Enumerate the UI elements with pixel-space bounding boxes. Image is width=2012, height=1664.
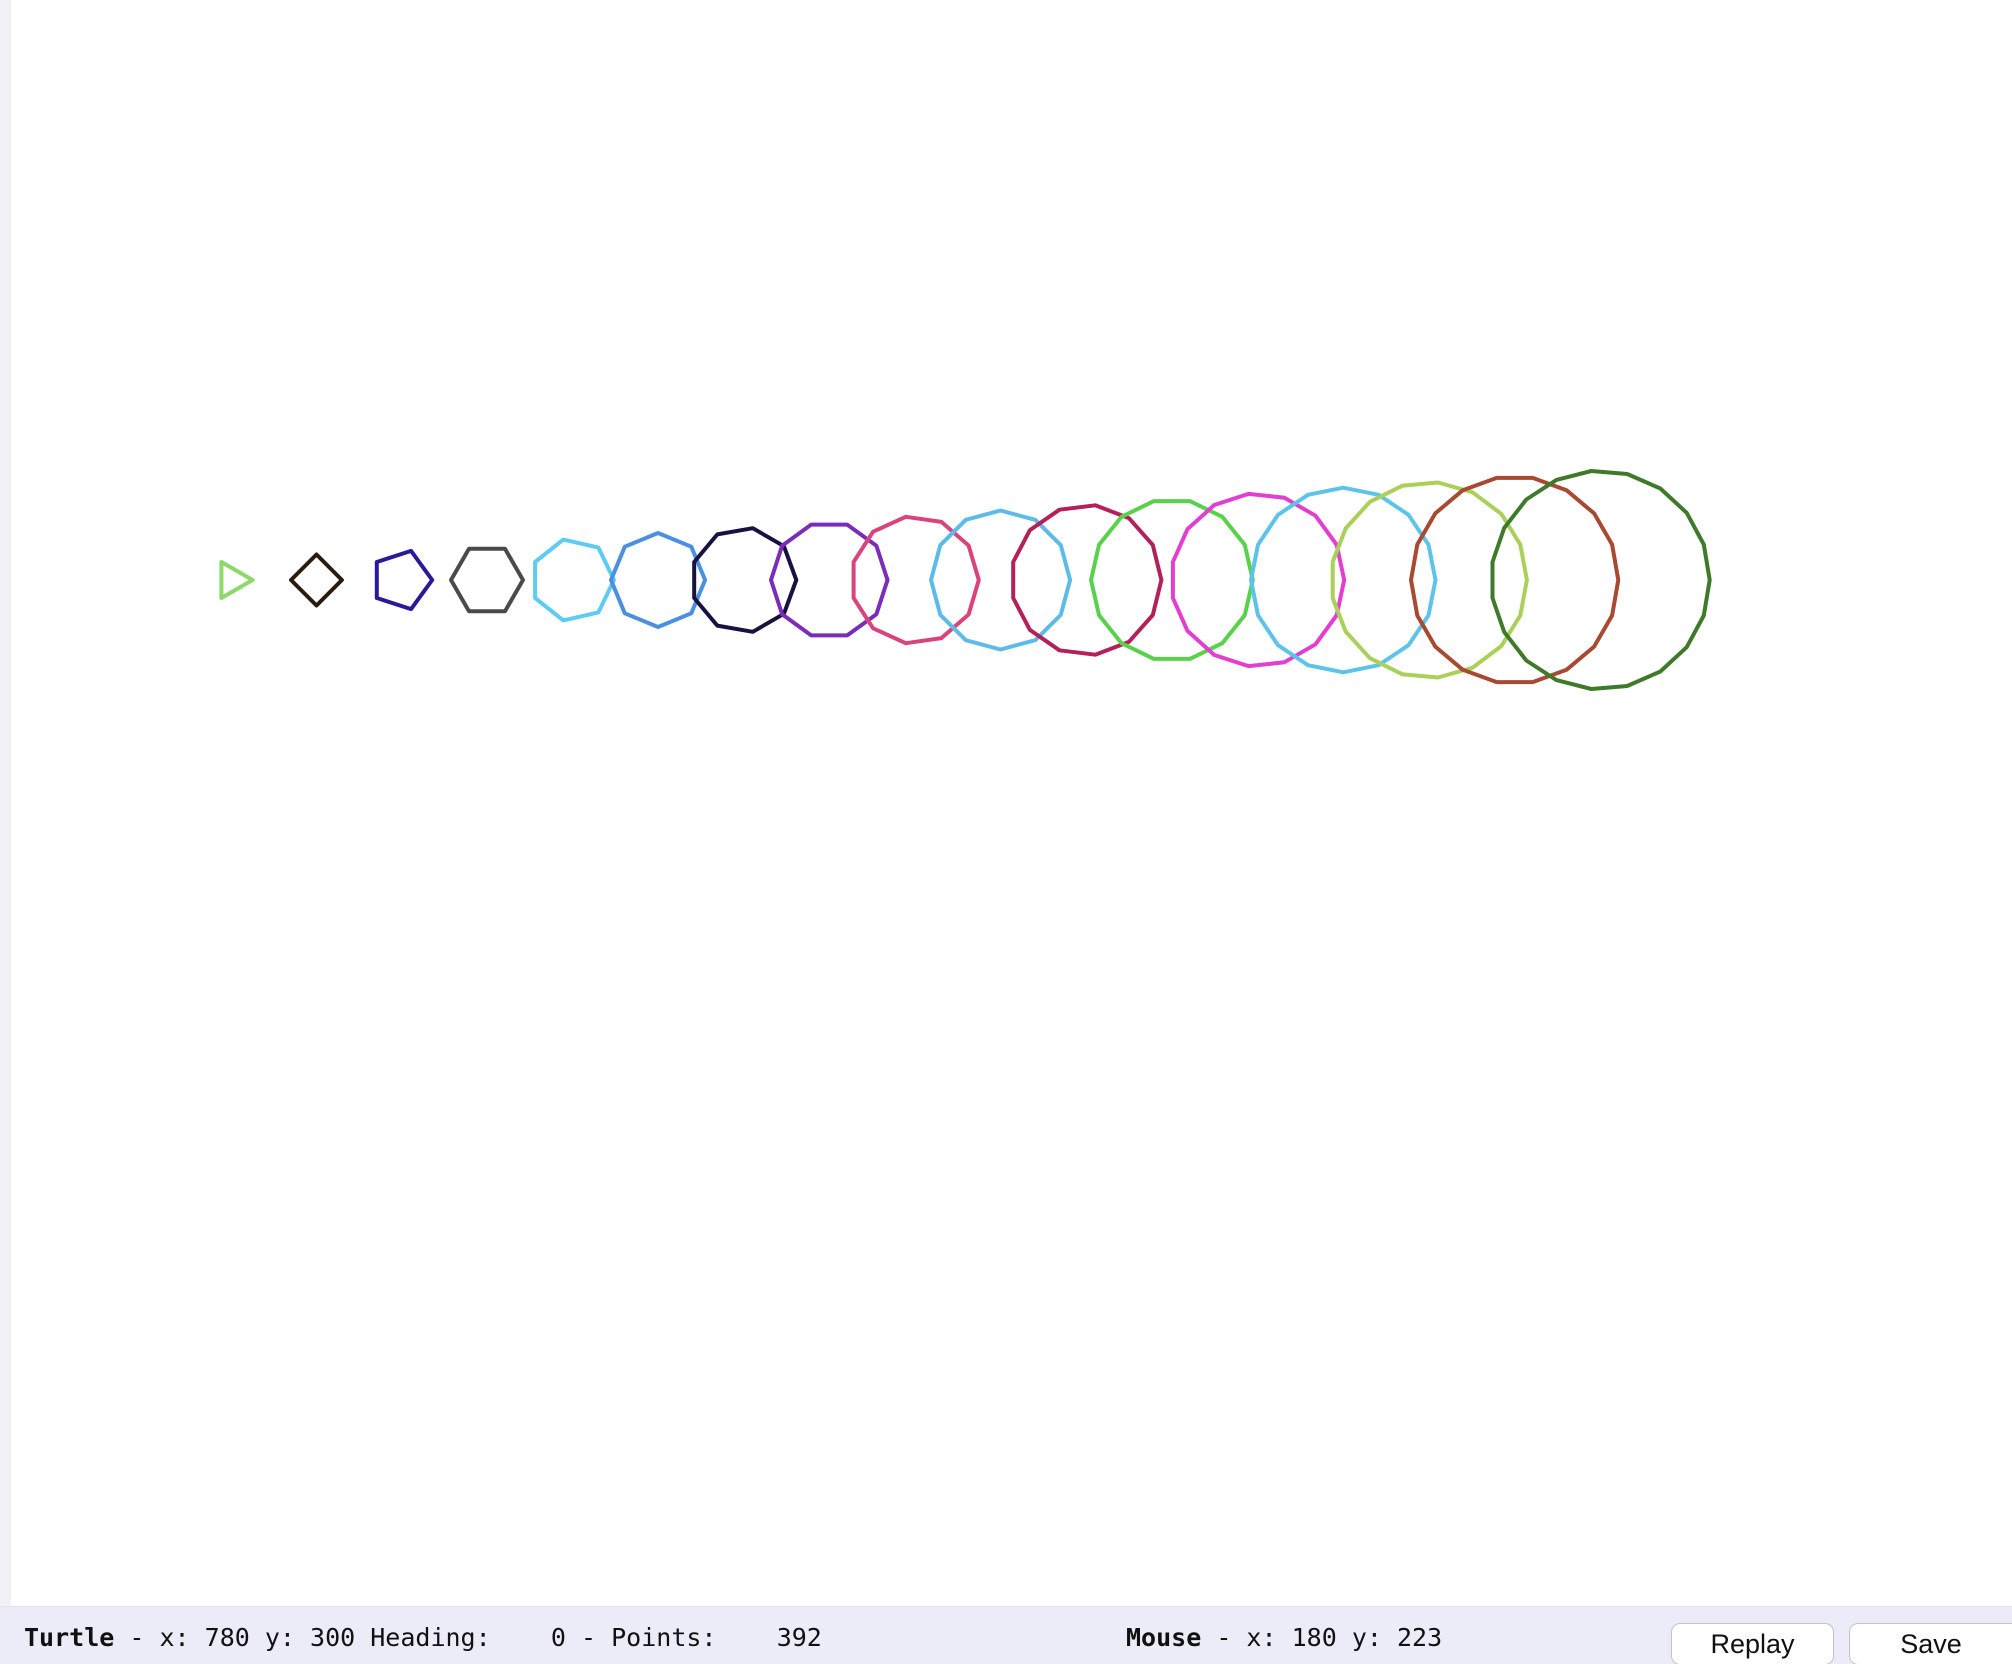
triangle-shape: [219, 560, 255, 600]
mouse-x-value: 180: [1291, 1623, 1337, 1652]
nonagon-shape: [692, 526, 799, 634]
mouse-status: Mouse - x: 180 y: 223: [1126, 1623, 1442, 1653]
mouse-separator: -: [1201, 1623, 1247, 1652]
decagon-shape: [769, 522, 890, 638]
mouse-label: Mouse: [1126, 1623, 1202, 1652]
replay-button[interactable]: Replay: [1671, 1623, 1834, 1664]
turtle-x-value: 780: [204, 1623, 250, 1652]
17-gon-shape: [1330, 480, 1529, 680]
mouse-y-label: y:: [1351, 1623, 1382, 1652]
turtle-y-value: 300: [310, 1623, 356, 1652]
turtle-label: Turtle: [24, 1623, 115, 1652]
dodecagon-shape: [929, 508, 1073, 652]
turtle-x-label: x:: [159, 1623, 190, 1652]
drawing-canvas[interactable]: [11, 0, 2012, 1606]
square-shape: [289, 552, 344, 608]
turtle-app: Turtle - x: 780 y: 300 Heading: 0 - Poin…: [0, 0, 2012, 1664]
13-gon-shape: [1011, 503, 1164, 657]
18-gon-shape: [1409, 475, 1621, 685]
mouse-x-label: x:: [1246, 1623, 1277, 1652]
heading-value: 0: [550, 1623, 566, 1652]
points-label: Points:: [611, 1623, 717, 1652]
turtle-drawing: [219, 469, 1712, 691]
15-gon-shape: [1170, 491, 1347, 669]
pentagon-shape: [374, 548, 435, 612]
left-border: [0, 0, 11, 1664]
mouse-y-value: 223: [1396, 1623, 1443, 1652]
turtle-status: Turtle - x: 780 y: 300 Heading: 0 - Poin…: [24, 1623, 822, 1652]
octagon-shape: [609, 531, 708, 629]
heading-label: Heading:: [370, 1623, 491, 1652]
save-button[interactable]: Save: [1849, 1623, 2012, 1664]
turtle-separator: -: [114, 1623, 160, 1652]
hexagon-shape: [449, 546, 525, 614]
status-bar: Turtle - x: 780 y: 300 Heading: 0 - Poin…: [0, 1606, 2012, 1664]
points-value: 392: [776, 1623, 822, 1652]
hendecagon-shape: [851, 514, 981, 646]
heptagon-shape: [533, 537, 616, 623]
turtle-y-label: y:: [264, 1623, 295, 1652]
